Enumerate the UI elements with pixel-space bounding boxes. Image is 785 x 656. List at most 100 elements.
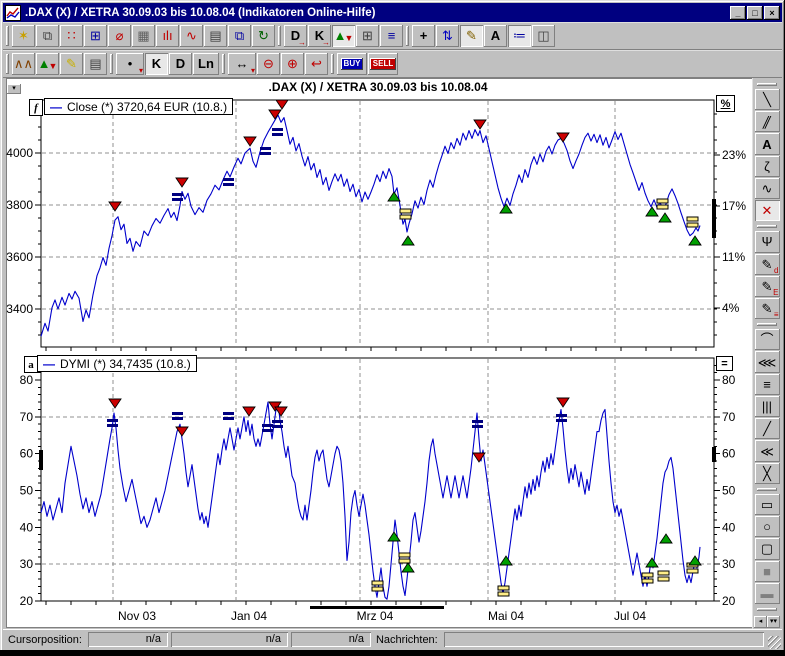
- resize-grip[interactable]: [768, 636, 781, 649]
- signal-markers-button[interactable]: ▲▼: [36, 53, 59, 75]
- wave-tool-button[interactable]: ∿: [755, 178, 780, 199]
- gann-tool-e-button[interactable]: ✎E: [755, 276, 780, 297]
- app-icon: [5, 5, 21, 21]
- scale-arrows-button[interactable]: ⇅: [436, 25, 459, 47]
- line-mode-button[interactable]: Ln: [193, 53, 219, 75]
- price-scale-function-button[interactable]: f: [29, 99, 43, 116]
- percent-scale-button[interactable]: %: [716, 95, 735, 112]
- filled-rounded-rect-tool-button[interactable]: ▬: [755, 583, 780, 604]
- data-table-button[interactable]: ▦: [132, 25, 155, 47]
- chart-area[interactable]: [6, 78, 752, 628]
- matrix-chart-icon: ⊞: [362, 29, 373, 42]
- cascade-windows-button[interactable]: ⧉: [228, 25, 251, 47]
- toolbar-grip[interactable]: [757, 488, 777, 491]
- daily-mode-button[interactable]: D: [169, 53, 192, 75]
- indicator-d-button[interactable]: D→: [284, 25, 307, 47]
- line-width-button[interactable]: •▾: [116, 53, 144, 75]
- fib-retracement-button[interactable]: ≡: [755, 374, 780, 395]
- indicator-bars-button[interactable]: ≡: [380, 25, 403, 47]
- freehand-line-button[interactable]: ζ: [755, 156, 780, 177]
- fib-retracement-icon: ≡: [763, 378, 771, 391]
- chart-properties-button[interactable]: ▤: [84, 53, 107, 75]
- data-table-icon: ▦: [137, 29, 149, 42]
- filled-rect-tool-button[interactable]: ■: [755, 561, 780, 582]
- signal-triangles-button[interactable]: ▲▼: [332, 25, 355, 47]
- new-chart-button[interactable]: ✶: [12, 25, 35, 47]
- buy-button[interactable]: BUY: [337, 53, 367, 75]
- candle-mode-button[interactable]: K: [145, 53, 168, 75]
- zoom-in-icon: ⊕: [287, 57, 298, 70]
- toolbar-grip[interactable]: [757, 225, 777, 228]
- text-note-button[interactable]: A: [484, 25, 507, 47]
- legend-price[interactable]: — Close (*) 3720,64 EUR (10.8.): [44, 98, 233, 115]
- layout-panels-button[interactable]: ◫: [532, 25, 555, 47]
- minimize-button[interactable]: _: [730, 6, 746, 20]
- highlight-pen-button[interactable]: ✎: [60, 53, 83, 75]
- report-button[interactable]: ▤: [204, 25, 227, 47]
- layout-panels-icon: ◫: [537, 29, 549, 42]
- zoom-in-button[interactable]: ⊕: [281, 53, 304, 75]
- ellipse-tool-icon: ○: [763, 520, 771, 533]
- link-charts-button[interactable]: ∷: [60, 25, 83, 47]
- collapse-panel-button[interactable]: ▾: [7, 84, 21, 94]
- toolbar-grip[interactable]: [757, 83, 777, 86]
- close-button[interactable]: ×: [764, 6, 780, 20]
- crosshatch-button[interactable]: ╳: [755, 463, 780, 484]
- rectangle-tool-icon: ▭: [761, 498, 773, 511]
- rectangle-tool-button[interactable]: ▭: [755, 494, 780, 515]
- scroll-left-button[interactable]: ◂: [754, 616, 767, 628]
- ellipse-tool-button[interactable]: ○: [755, 516, 780, 537]
- filled-rect-tool-icon: ■: [763, 565, 771, 578]
- oscillator-scale-function-button[interactable]: a: [24, 356, 38, 373]
- maximize-button[interactable]: □: [747, 6, 763, 20]
- draw-mode-button[interactable]: ✎: [460, 25, 483, 47]
- zoom-out-button[interactable]: ⊖: [257, 53, 280, 75]
- unlink-charts-icon: ⌀: [116, 29, 124, 42]
- trend-line-button[interactable]: ╲: [755, 89, 780, 110]
- refresh-button[interactable]: ↻: [252, 25, 275, 47]
- unlink-charts-button[interactable]: ⌀: [108, 25, 131, 47]
- line-chart-button[interactable]: ∿: [180, 25, 203, 47]
- diagonal-line-button[interactable]: ╱: [755, 418, 780, 439]
- histogram-button[interactable]: ılı: [156, 25, 179, 47]
- pitchfork-button[interactable]: Ψ: [755, 231, 780, 252]
- vertical-lines-button[interactable]: |||: [755, 396, 780, 417]
- copy-chart-button[interactable]: ⧉: [36, 25, 59, 47]
- toolbar-grip[interactable]: [110, 54, 113, 74]
- toolbar-grip[interactable]: [6, 54, 9, 74]
- rounded-rect-tool-button[interactable]: ▢: [755, 538, 780, 559]
- toolbar-grip[interactable]: [222, 54, 225, 74]
- fib-fan-button[interactable]: ⋘: [755, 351, 780, 372]
- toolbar-grip[interactable]: [406, 26, 409, 46]
- window-controls: _□×: [730, 6, 780, 20]
- chart-title: .DAX (X) / XETRA 30.09.03 bis 10.08.04: [6, 80, 750, 94]
- arrange-charts-button[interactable]: ⊞: [84, 25, 107, 47]
- sell-button[interactable]: SELL: [368, 53, 398, 75]
- scroll-more-button[interactable]: ▾▾: [767, 616, 780, 628]
- toolbar-grip[interactable]: [757, 608, 777, 611]
- toolbar-grip[interactable]: [757, 323, 777, 326]
- zoom-back-button[interactable]: ↩: [305, 53, 328, 75]
- zigzag-button[interactable]: ∧∧: [12, 53, 35, 75]
- matrix-chart-button[interactable]: ⊞: [356, 25, 379, 47]
- scale-arrows-icon: ⇅: [442, 29, 453, 42]
- fib-arcs-button[interactable]: ⌒: [755, 329, 780, 350]
- toolbar-grip[interactable]: [278, 26, 281, 46]
- indicator-k-button[interactable]: K→: [308, 25, 331, 47]
- histogram-icon: ılı: [162, 29, 172, 42]
- gann-tool-lines-button[interactable]: ✎≡: [755, 298, 780, 319]
- wave-tool-icon: ∿: [762, 182, 773, 195]
- parallel-lines-button[interactable]: ∥: [755, 111, 780, 132]
- toolbar-grip[interactable]: [331, 54, 334, 74]
- ray-fan-button[interactable]: ≪: [755, 440, 780, 461]
- legend-oscillator[interactable]: — DYMI (*) 34,7435 (10.8.): [37, 355, 197, 372]
- objects-list-button[interactable]: ≔: [508, 25, 531, 47]
- h-zoom-button[interactable]: ↔▾: [228, 53, 256, 75]
- toolbar-grip[interactable]: [6, 26, 9, 46]
- erase-tool-button[interactable]: ✕: [755, 200, 780, 221]
- oscillator-scale-mode-button[interactable]: =: [716, 356, 733, 371]
- crosshair-button[interactable]: +: [412, 25, 435, 47]
- gann-tool-d-button[interactable]: ✎d: [755, 254, 780, 275]
- text-tool-button[interactable]: A: [755, 133, 780, 154]
- line-width-icon: •: [128, 57, 133, 70]
